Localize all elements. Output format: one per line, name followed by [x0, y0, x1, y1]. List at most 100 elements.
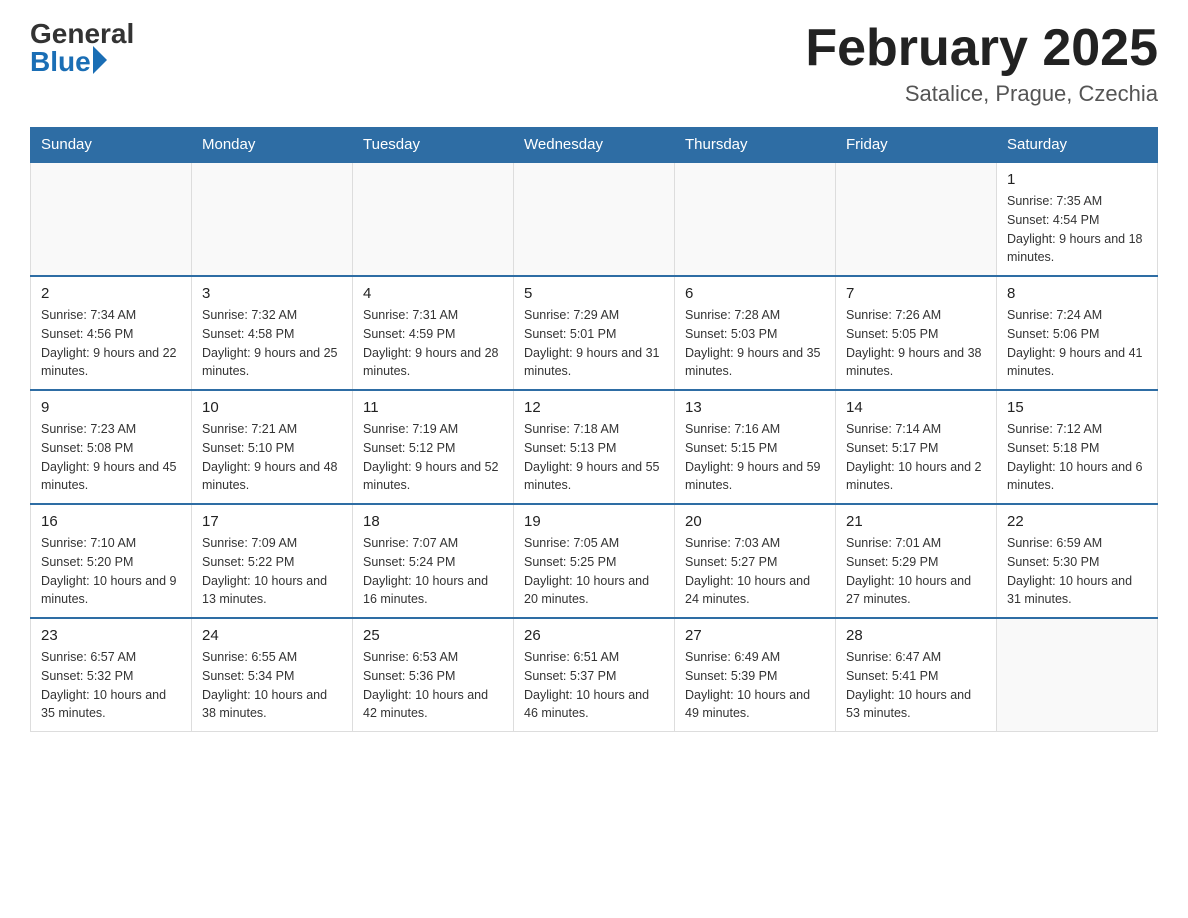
day-number: 22	[1007, 513, 1147, 530]
day-info: Sunrise: 7:34 AMSunset: 4:56 PMDaylight:…	[41, 306, 181, 381]
day-number: 13	[685, 399, 825, 416]
day-number: 12	[524, 399, 664, 416]
calendar-week-row: 2 Sunrise: 7:34 AMSunset: 4:56 PMDaylight…	[31, 276, 1158, 390]
table-row: 23 Sunrise: 6:57 AMSunset: 5:32 PMDayligh…	[31, 618, 192, 732]
weekday-header-row: Sunday Monday Tuesday Wednesday Thursday…	[31, 128, 1158, 163]
day-info: Sunrise: 7:09 AMSunset: 5:22 PMDaylight:…	[202, 534, 342, 609]
calendar-week-row: 9Sunrise: 7:23 AMSunset: 5:08 PMDaylight…	[31, 390, 1158, 504]
table-row: 5 Sunrise: 7:29 AMSunset: 5:01 PMDaylight…	[514, 276, 675, 390]
day-info: Sunrise: 7:14 AMSunset: 5:17 PMDaylight:…	[846, 420, 986, 495]
day-info: Sunrise: 6:49 AMSunset: 5:39 PMDaylight:…	[685, 648, 825, 723]
day-number: 14	[846, 399, 986, 416]
title-area: February 2025 Satalice, Prague, Czechia	[805, 20, 1158, 107]
table-row: 25 Sunrise: 6:53 AMSunset: 5:36 PMDayligh…	[353, 618, 514, 732]
day-info: Sunrise: 7:10 AMSunset: 5:20 PMDaylight:…	[41, 534, 181, 609]
header-friday: Friday	[836, 128, 997, 163]
day-number: 19	[524, 513, 664, 530]
table-row: 2 Sunrise: 7:34 AMSunset: 4:56 PMDaylight…	[31, 276, 192, 390]
table-row	[997, 618, 1158, 732]
table-row: 26 Sunrise: 6:51 AMSunset: 5:37 PMDayligh…	[514, 618, 675, 732]
day-info: Sunrise: 7:28 AMSunset: 5:03 PMDaylight:…	[685, 306, 825, 381]
header-thursday: Thursday	[675, 128, 836, 163]
table-row	[675, 162, 836, 276]
day-number: 1	[1007, 171, 1147, 188]
day-number: 8	[1007, 285, 1147, 302]
logo: General Blue	[30, 20, 134, 76]
calendar-week-row: 1 Sunrise: 7:35 AMSunset: 4:54 PMDaylight…	[31, 162, 1158, 276]
page-header: General Blue February 2025 Satalice, Pra…	[30, 20, 1158, 107]
day-number: 3	[202, 285, 342, 302]
day-number: 15	[1007, 399, 1147, 416]
day-info: Sunrise: 6:57 AMSunset: 5:32 PMDaylight:…	[41, 648, 181, 723]
table-row: 10 Sunrise: 7:21 AMSunset: 5:10 PMDayligh…	[192, 390, 353, 504]
table-row: 11 Sunrise: 7:19 AMSunset: 5:12 PMDayligh…	[353, 390, 514, 504]
day-number: 16	[41, 513, 181, 530]
day-info: Sunrise: 7:32 AMSunset: 4:58 PMDaylight:…	[202, 306, 342, 381]
table-row: 7Sunrise: 7:26 AMSunset: 5:05 PMDaylight…	[836, 276, 997, 390]
logo-general-text: General	[30, 20, 134, 48]
day-info: Sunrise: 7:03 AMSunset: 5:27 PMDaylight:…	[685, 534, 825, 609]
calendar-week-row: 23 Sunrise: 6:57 AMSunset: 5:32 PMDayligh…	[31, 618, 1158, 732]
day-info: Sunrise: 6:53 AMSunset: 5:36 PMDaylight:…	[363, 648, 503, 723]
table-row: 3 Sunrise: 7:32 AMSunset: 4:58 PMDaylight…	[192, 276, 353, 390]
table-row: 8 Sunrise: 7:24 AMSunset: 5:06 PMDaylight…	[997, 276, 1158, 390]
header-monday: Monday	[192, 128, 353, 163]
day-info: Sunrise: 7:16 AMSunset: 5:15 PMDaylight:…	[685, 420, 825, 495]
day-info: Sunrise: 6:51 AMSunset: 5:37 PMDaylight:…	[524, 648, 664, 723]
day-number: 24	[202, 627, 342, 644]
table-row	[836, 162, 997, 276]
table-row	[31, 162, 192, 276]
day-info: Sunrise: 7:29 AMSunset: 5:01 PMDaylight:…	[524, 306, 664, 381]
calendar-week-row: 16 Sunrise: 7:10 AMSunset: 5:20 PMDayligh…	[31, 504, 1158, 618]
day-info: Sunrise: 7:24 AMSunset: 5:06 PMDaylight:…	[1007, 306, 1147, 381]
table-row: 19 Sunrise: 7:05 AMSunset: 5:25 PMDayligh…	[514, 504, 675, 618]
day-number: 2	[41, 285, 181, 302]
day-info: Sunrise: 7:12 AMSunset: 5:18 PMDaylight:…	[1007, 420, 1147, 495]
table-row: 22 Sunrise: 6:59 AMSunset: 5:30 PMDayligh…	[997, 504, 1158, 618]
day-info: Sunrise: 7:05 AMSunset: 5:25 PMDaylight:…	[524, 534, 664, 609]
day-number: 28	[846, 627, 986, 644]
day-info: Sunrise: 7:07 AMSunset: 5:24 PMDaylight:…	[363, 534, 503, 609]
table-row: 15 Sunrise: 7:12 AMSunset: 5:18 PMDayligh…	[997, 390, 1158, 504]
table-row: 27 Sunrise: 6:49 AMSunset: 5:39 PMDayligh…	[675, 618, 836, 732]
day-info: Sunrise: 6:47 AMSunset: 5:41 PMDaylight:…	[846, 648, 986, 723]
day-info: Sunrise: 7:35 AMSunset: 4:54 PMDaylight:…	[1007, 192, 1147, 267]
header-tuesday: Tuesday	[353, 128, 514, 163]
header-sunday: Sunday	[31, 128, 192, 163]
table-row: 24 Sunrise: 6:55 AMSunset: 5:34 PMDayligh…	[192, 618, 353, 732]
day-info: Sunrise: 7:01 AMSunset: 5:29 PMDaylight:…	[846, 534, 986, 609]
day-number: 9	[41, 399, 181, 416]
table-row	[192, 162, 353, 276]
month-title: February 2025	[805, 20, 1158, 77]
logo-triangle-icon	[93, 46, 107, 74]
day-number: 27	[685, 627, 825, 644]
day-number: 6	[685, 285, 825, 302]
table-row: 20 Sunrise: 7:03 AMSunset: 5:27 PMDayligh…	[675, 504, 836, 618]
day-info: Sunrise: 6:59 AMSunset: 5:30 PMDaylight:…	[1007, 534, 1147, 609]
day-number: 5	[524, 285, 664, 302]
day-number: 4	[363, 285, 503, 302]
location-text: Satalice, Prague, Czechia	[805, 81, 1158, 107]
day-number: 26	[524, 627, 664, 644]
header-saturday: Saturday	[997, 128, 1158, 163]
day-number: 25	[363, 627, 503, 644]
table-row: 6 Sunrise: 7:28 AMSunset: 5:03 PMDaylight…	[675, 276, 836, 390]
day-info: Sunrise: 7:21 AMSunset: 5:10 PMDaylight:…	[202, 420, 342, 495]
day-number: 11	[363, 399, 503, 416]
day-number: 20	[685, 513, 825, 530]
table-row: 21 Sunrise: 7:01 AMSunset: 5:29 PMDayligh…	[836, 504, 997, 618]
table-row: 14 Sunrise: 7:14 AMSunset: 5:17 PMDayligh…	[836, 390, 997, 504]
day-number: 21	[846, 513, 986, 530]
table-row: 28 Sunrise: 6:47 AMSunset: 5:41 PMDayligh…	[836, 618, 997, 732]
table-row: 12Sunrise: 7:18 AMSunset: 5:13 PMDayligh…	[514, 390, 675, 504]
logo-blue-text: Blue	[30, 48, 91, 76]
table-row: 1 Sunrise: 7:35 AMSunset: 4:54 PMDaylight…	[997, 162, 1158, 276]
table-row: 16 Sunrise: 7:10 AMSunset: 5:20 PMDayligh…	[31, 504, 192, 618]
table-row: 9Sunrise: 7:23 AMSunset: 5:08 PMDaylight…	[31, 390, 192, 504]
day-info: Sunrise: 7:19 AMSunset: 5:12 PMDaylight:…	[363, 420, 503, 495]
day-number: 23	[41, 627, 181, 644]
day-info: Sunrise: 6:55 AMSunset: 5:34 PMDaylight:…	[202, 648, 342, 723]
day-number: 10	[202, 399, 342, 416]
header-wednesday: Wednesday	[514, 128, 675, 163]
day-number: 17	[202, 513, 342, 530]
